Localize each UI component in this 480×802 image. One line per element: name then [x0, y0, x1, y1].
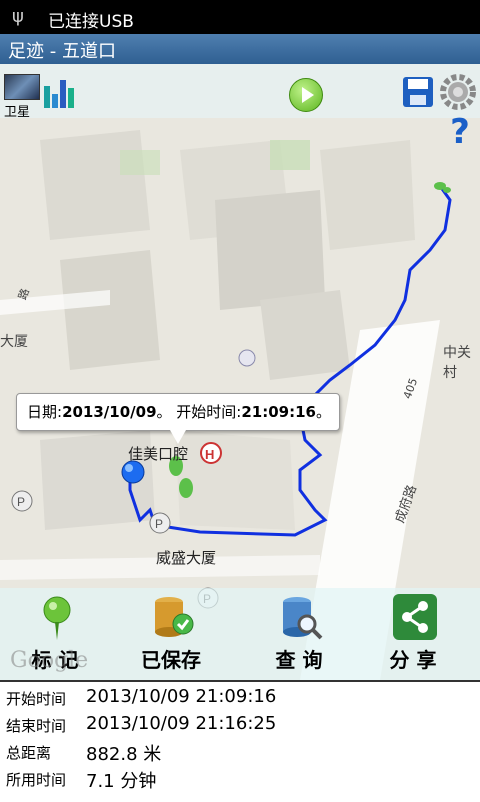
- building-block: [260, 290, 350, 380]
- saved-label: 已保存: [141, 648, 201, 672]
- building-block: [40, 130, 150, 240]
- svg-text:P: P: [17, 495, 25, 509]
- database-search-icon: [283, 597, 323, 640]
- mail-icon: [238, 349, 256, 367]
- building-block: [320, 140, 415, 250]
- help-button[interactable]: ?: [447, 114, 473, 150]
- chart-button[interactable]: [42, 76, 76, 110]
- summary-row: 结束时间 2013/10/09 21:16:25: [0, 711, 480, 738]
- building-block: [175, 430, 295, 530]
- current-location-icon: [121, 460, 145, 484]
- summary-key: 结束时间: [6, 717, 67, 735]
- satellite-toggle-button[interactable]: 卫星: [4, 74, 40, 120]
- gear-icon: [440, 74, 476, 110]
- summary-value: 882.8 米: [86, 744, 162, 765]
- settings-button[interactable]: [440, 74, 476, 110]
- satellite-icon: [4, 74, 40, 100]
- saved-button[interactable]: 已保存: [116, 588, 226, 680]
- status-bar: ψ 已连接USB: [0, 0, 480, 34]
- svg-text:H: H: [205, 447, 214, 462]
- help-icon: ?: [450, 112, 470, 152]
- page-title: 足迹 - 五道口: [8, 41, 116, 62]
- share-label: 分 享: [389, 648, 437, 672]
- callout-separator: 。: [156, 403, 177, 421]
- title-bar: 足迹 - 五道口: [0, 34, 480, 64]
- summary-value: 7.1 分钟: [86, 771, 157, 792]
- save-icon: [403, 77, 433, 107]
- summary-key: 总距离: [6, 744, 52, 762]
- query-button[interactable]: 查 询: [244, 588, 354, 680]
- map-label: 威盛大厦: [156, 549, 217, 567]
- save-button[interactable]: [402, 76, 434, 108]
- summary-row: 所用时间 7.1 分钟: [0, 765, 480, 792]
- map-label: 佳美口腔: [128, 445, 189, 463]
- google-logo: Google: [10, 648, 89, 673]
- building-block: [215, 190, 325, 310]
- bar-chart-icon: [44, 80, 74, 108]
- park: [120, 150, 160, 175]
- date-label: 日期:: [27, 403, 63, 421]
- svg-text:P: P: [155, 517, 163, 531]
- marker-pin-icon: [43, 596, 71, 640]
- summary-panel: 开始时间 2013/10/09 21:09:16 结束时间 2013/10/09…: [0, 680, 480, 802]
- callout-end: 。: [315, 403, 331, 421]
- map-label: 中关村: [443, 345, 471, 381]
- summary-row: 开始时间 2013/10/09 21:09:16: [0, 684, 480, 711]
- park: [270, 140, 310, 170]
- start-value: 21:09:16: [241, 403, 316, 421]
- share-button[interactable]: 分 享: [358, 588, 468, 680]
- satellite-label: 卫星: [4, 105, 31, 120]
- building-block: [60, 250, 160, 370]
- summary-key: 开始时间: [6, 690, 67, 708]
- start-label: 开始时间:: [176, 403, 242, 421]
- summary-key: 所用时间: [6, 771, 67, 789]
- query-label: 查 询: [275, 648, 323, 672]
- summary-row: 总距离 882.8 米: [0, 738, 480, 765]
- database-saved-icon: [155, 597, 194, 637]
- date-value: 2013/10/09: [62, 403, 157, 421]
- play-button[interactable]: [289, 78, 323, 112]
- share-icon: [393, 594, 437, 640]
- map-label: 大厦: [0, 334, 28, 350]
- status-text: 已连接USB: [48, 12, 134, 32]
- info-callout[interactable]: 日期:2013/10/09。 开始时间:21:09:16。: [16, 393, 340, 431]
- summary-value: 2013/10/09 21:09:16: [86, 686, 277, 707]
- summary-value: 2013/10/09 21:16:25: [86, 713, 277, 734]
- callout-tail: [170, 430, 186, 444]
- usb-icon: ψ: [12, 6, 24, 27]
